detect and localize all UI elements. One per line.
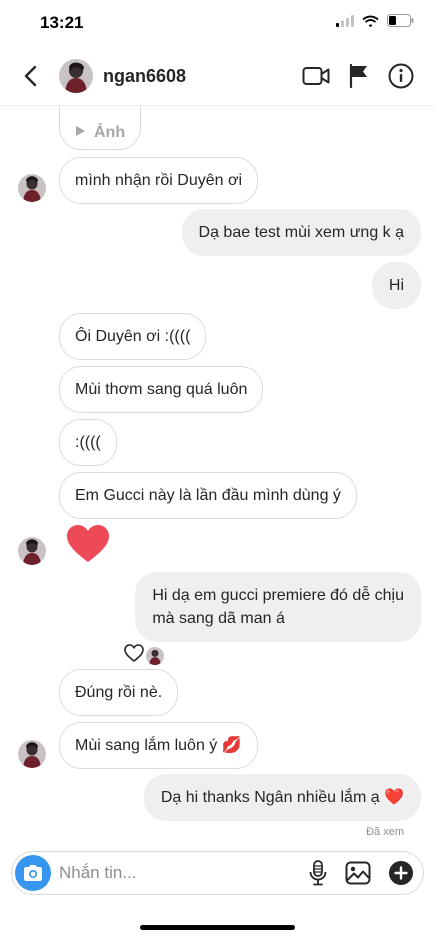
gallery-icon[interactable] — [345, 861, 371, 885]
message-reactions[interactable] — [124, 644, 164, 667]
header-avatar[interactable] — [59, 59, 93, 93]
flag-icon[interactable] — [348, 64, 370, 88]
outgoing-message[interactable]: Hi dạ em gucci premiere đó dễ chịu mà sa… — [135, 572, 421, 642]
chat-thread[interactable]: Ảnh mình nhận rồi Duyên ơi Dạ bae test m… — [0, 106, 434, 846]
status-bar: 13:21 — [0, 0, 434, 46]
battery-icon — [387, 14, 414, 32]
status-time: 13:21 — [40, 13, 84, 32]
sender-avatar[interactable] — [18, 174, 46, 202]
outgoing-message[interactable]: Dạ bae test mùi xem ưng k ạ — [181, 209, 421, 256]
outgoing-message[interactable]: Dạ hi thanks Ngân nhiều lắm ạ ❤️ — [143, 774, 421, 821]
incoming-message[interactable]: :(((( — [59, 419, 117, 466]
sender-avatar[interactable] — [18, 537, 46, 565]
signal-icon — [336, 14, 354, 32]
microphone-icon[interactable] — [309, 860, 327, 886]
back-icon[interactable] — [18, 62, 42, 90]
header-actions — [302, 63, 414, 89]
play-icon — [75, 124, 86, 142]
incoming-message[interactable]: Đúng rồi nè. — [59, 669, 179, 716]
home-indicator[interactable] — [140, 925, 295, 930]
camera-button[interactable] — [15, 855, 51, 891]
add-icon[interactable] — [389, 861, 413, 885]
video-call-icon[interactable] — [302, 65, 330, 87]
sender-avatar[interactable] — [18, 740, 46, 768]
heart-message-icon[interactable] — [66, 524, 110, 568]
incoming-message[interactable]: Ôi Duyên ơi :(((( — [59, 313, 207, 360]
message-input[interactable] — [59, 861, 289, 885]
message-line: Hi dạ em gucci premiere đó dễ chịu — [152, 587, 404, 604]
info-icon[interactable] — [388, 63, 414, 89]
message-line: mà sang dã man á — [152, 610, 285, 627]
camera-icon — [24, 865, 42, 881]
heart-reaction-icon — [124, 644, 144, 667]
outgoing-message[interactable]: Hi — [371, 262, 421, 309]
incoming-message[interactable]: Mùi sang lắm luôn ý 💋 — [59, 722, 258, 769]
message-composer — [11, 851, 424, 895]
chat-header: ngan6608 — [0, 46, 434, 106]
composer-actions — [309, 860, 413, 886]
photo-label: Ảnh — [94, 123, 126, 141]
photo-message[interactable]: Ảnh — [59, 106, 142, 150]
incoming-message[interactable]: mình nhận rồi Duyên ơi — [59, 157, 259, 204]
incoming-message[interactable]: Em Gucci này là lần đầu mình dùng ý — [59, 472, 357, 519]
wifi-icon — [362, 14, 379, 32]
incoming-message[interactable]: Mùi thơm sang quá luôn — [59, 366, 264, 413]
reactor-avatar — [146, 646, 164, 665]
header-username[interactable]: ngan6608 — [103, 66, 186, 87]
status-icons — [336, 14, 414, 32]
seen-status: Đã xem — [366, 826, 404, 838]
